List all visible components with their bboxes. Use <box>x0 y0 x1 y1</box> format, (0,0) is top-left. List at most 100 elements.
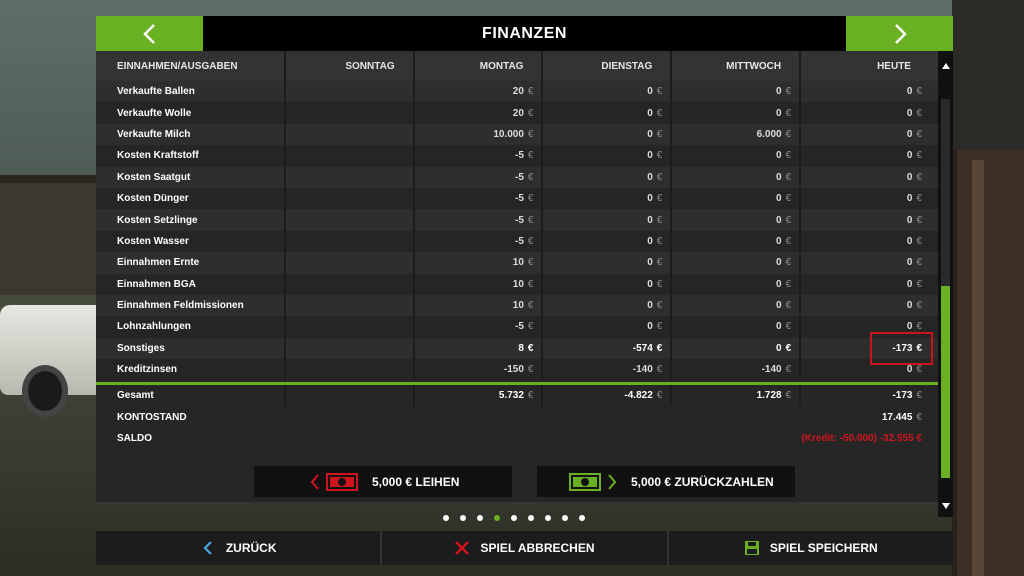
save-label: SPIEL SPEICHERN <box>769 541 878 555</box>
currency: € <box>916 321 922 333</box>
money-icon <box>326 472 358 491</box>
total-today: -173 € <box>801 385 939 407</box>
page-dot[interactable] <box>562 515 568 521</box>
chevron-right-icon <box>608 473 617 490</box>
currency: € <box>527 128 534 140</box>
currency: € <box>785 278 792 290</box>
value: 0 <box>647 128 653 140</box>
row-label: Sonstiges <box>96 337 286 360</box>
page-dot[interactable] <box>443 515 449 521</box>
scroll-thumb[interactable] <box>941 286 950 478</box>
currency: € <box>527 257 534 269</box>
value: 6.000 <box>756 128 782 140</box>
value: 0 <box>776 235 782 247</box>
currency: € <box>916 171 922 183</box>
prev-page-button[interactable] <box>96 16 203 51</box>
value: 20 <box>512 107 524 119</box>
total-row: Gesamt 5.732 € -4.822 € 1.728 € -173 € <box>96 385 939 407</box>
row-value: 20 € <box>414 102 544 124</box>
page-dot[interactable] <box>528 515 534 521</box>
currency: € <box>785 235 792 247</box>
value: 10 <box>512 257 524 269</box>
row-label: Kosten Kraftstoff <box>96 145 286 167</box>
row-value: 0 € <box>801 209 938 231</box>
column-header-sunday: SONNTAG <box>285 51 415 81</box>
chevron-right-icon <box>894 23 907 44</box>
kontostand-label: KONTOSTAND <box>117 411 187 423</box>
row-value: 0 € <box>672 209 802 231</box>
table-row: Sonstiges 8 € -574 €0 € -173 € <box>96 337 938 360</box>
value: 0 <box>906 321 913 333</box>
page-dot[interactable] <box>494 515 500 521</box>
abort-game-button[interactable]: SPIEL ABBRECHEN <box>382 531 669 565</box>
next-page-button[interactable] <box>846 16 953 51</box>
value: -5 <box>515 193 524 205</box>
totals-section: Gesamt 5.732 € -4.822 € 1.728 € -173 € KONTO… <box>96 385 939 449</box>
value: -140 <box>761 364 782 376</box>
page-dot[interactable] <box>511 515 517 521</box>
row-value: 0 € <box>801 187 938 210</box>
table-row: Kosten Dünger -5 €0 €0 €0 € <box>96 187 938 210</box>
row-label: Einnahmen Feldmissionen <box>96 294 286 317</box>
row-value: 0 € <box>543 252 673 274</box>
value: 0 <box>906 107 913 119</box>
row-value: -5 € <box>414 316 544 338</box>
currency: € <box>916 390 923 402</box>
save-icon <box>744 541 759 555</box>
row-value: 10 € <box>414 273 544 295</box>
page-dot[interactable] <box>460 515 466 521</box>
value: 0 <box>647 235 653 247</box>
back-label: ZURÜCK <box>225 541 277 555</box>
currency: € <box>527 235 534 247</box>
back-button[interactable]: ZURÜCK <box>96 531 383 565</box>
repay-button[interactable]: 5,000 € ZURÜCKZAHLEN <box>537 466 795 497</box>
total-wednesday: 1.728 € <box>672 385 802 407</box>
page-dot[interactable] <box>477 515 483 521</box>
currency: € <box>785 86 792 98</box>
currency: € <box>656 214 663 226</box>
value: 0 <box>776 171 782 183</box>
value: 0 <box>906 300 913 312</box>
table-row: Kosten Saatgut -5 €0 €0 €0 € <box>96 166 938 188</box>
currency: € <box>916 214 922 226</box>
value: -173 <box>892 390 913 402</box>
row-value: 0 € <box>543 209 673 231</box>
value: 0 <box>776 214 782 226</box>
money-icon <box>569 472 601 491</box>
row-label: Kreditzinsen <box>96 359 286 381</box>
row-value: 0 € <box>672 337 802 360</box>
column-header-tuesday: DIENSTAG <box>543 51 673 81</box>
row-value: 8 € <box>414 337 544 360</box>
page-dot[interactable] <box>545 515 551 521</box>
borrow-button[interactable]: 5,000 € LEIHEN <box>254 466 512 497</box>
row-value: 0 € <box>543 81 673 103</box>
value: -5 <box>515 321 524 333</box>
row-value: -150 € <box>414 359 544 381</box>
row-value: 0 € <box>543 145 673 167</box>
currency: € <box>527 171 534 183</box>
currency: € <box>785 321 792 333</box>
column-header-today: HEUTE <box>801 51 938 81</box>
save-game-button[interactable]: SPIEL SPEICHERN <box>668 531 953 565</box>
page-dot[interactable] <box>579 515 585 521</box>
row-value <box>285 294 415 317</box>
chevron-left-icon <box>203 541 212 555</box>
row-value: 0 € <box>801 316 938 338</box>
background-truck-wheel <box>22 365 68 417</box>
saldo-row: SALDO (Kredit: -50.000) -32.555 € <box>96 428 938 449</box>
row-value: 0 € <box>543 123 673 146</box>
scrollbar[interactable] <box>938 51 953 517</box>
currency: € <box>656 86 663 98</box>
value: 5.732 <box>498 390 524 402</box>
row-value: 0 € <box>672 273 802 295</box>
currency: € <box>785 107 792 119</box>
scroll-up-button[interactable] <box>938 51 953 81</box>
currency: € <box>916 150 922 162</box>
value: 0 <box>906 86 913 98</box>
currency: € <box>785 342 792 354</box>
value: 0 <box>776 193 782 205</box>
column-header-monday: MONTAG <box>414 51 544 81</box>
currency: € <box>656 107 663 119</box>
value: 0 <box>776 257 782 269</box>
row-value: 20 € <box>414 81 544 103</box>
